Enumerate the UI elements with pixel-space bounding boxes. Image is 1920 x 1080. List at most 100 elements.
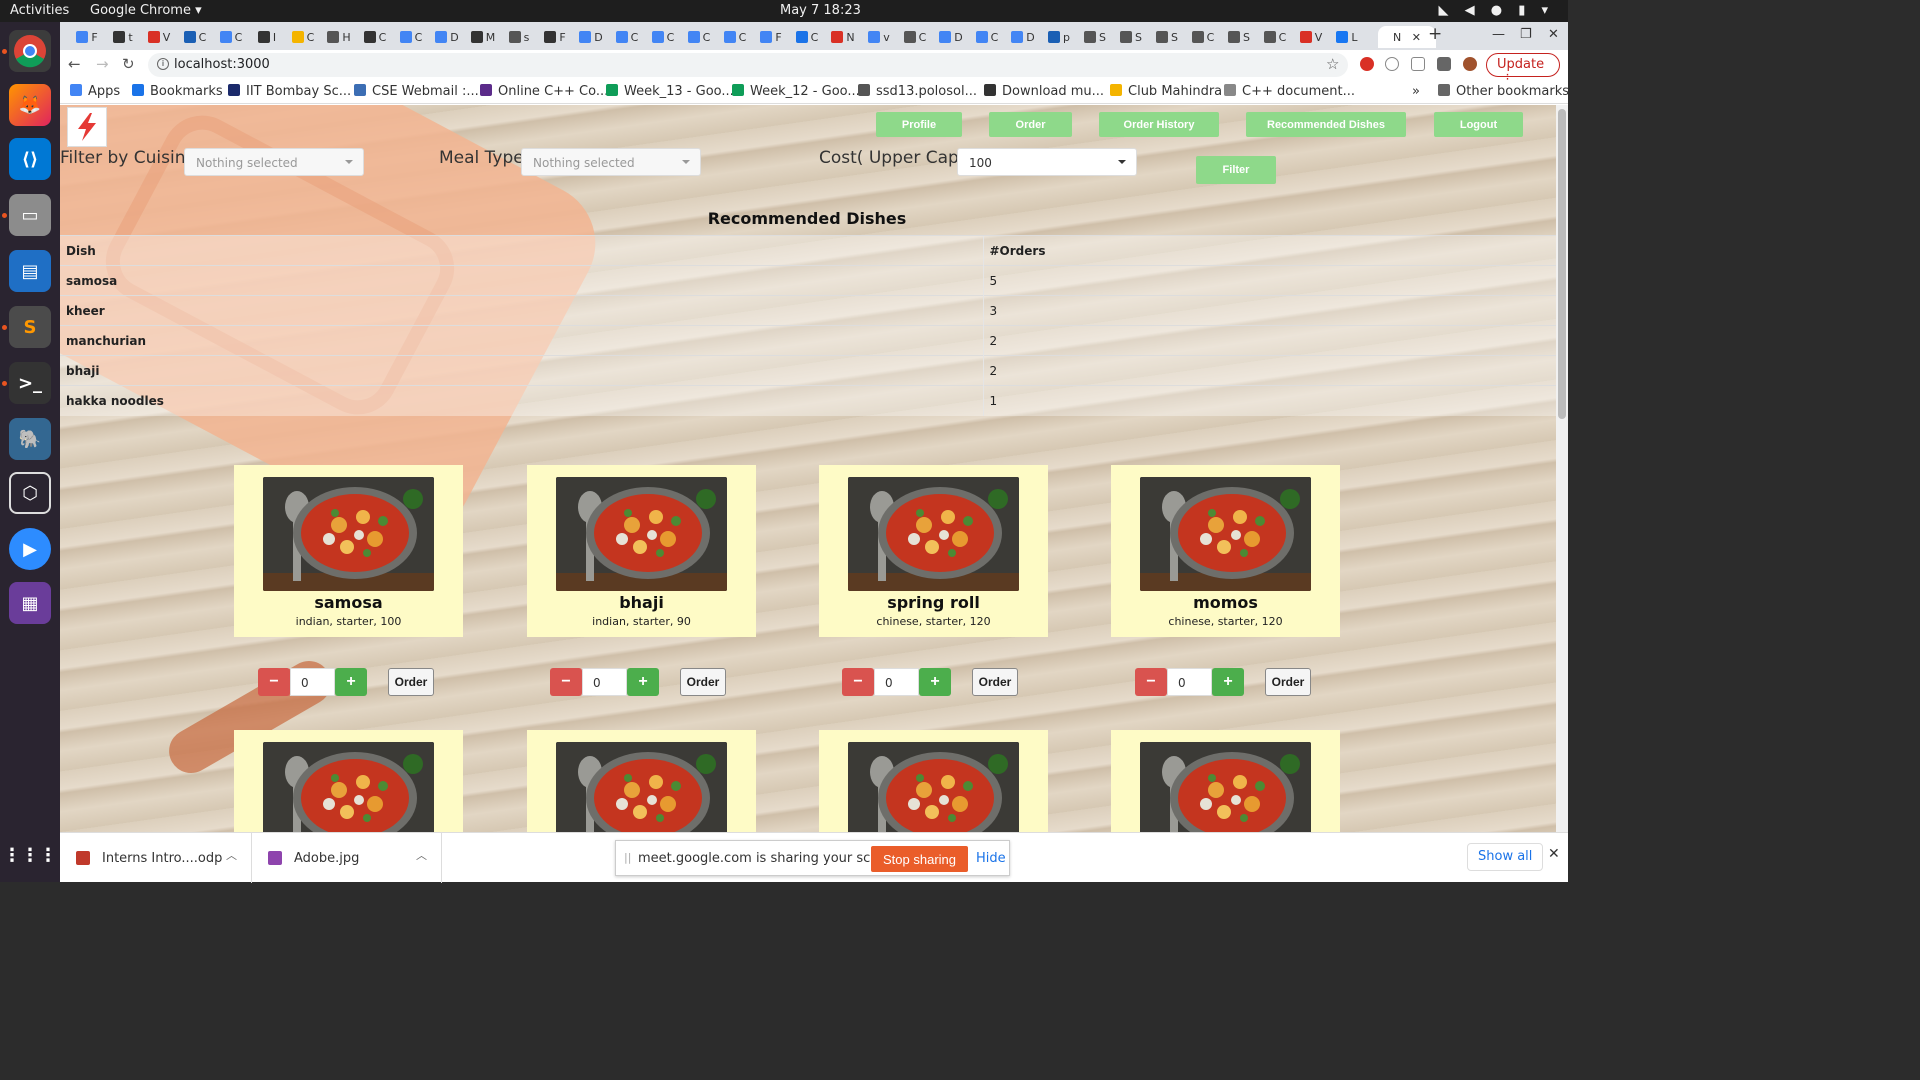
minimize-icon[interactable]: — <box>1492 27 1505 42</box>
profile-avatar[interactable] <box>1463 57 1477 71</box>
address-bar[interactable]: i localhost:3000 <box>148 53 1348 77</box>
nav-order-history-button[interactable]: Order History <box>1099 112 1219 137</box>
tab[interactable]: V <box>1294 26 1328 48</box>
quantity-input[interactable]: 0 <box>290 668 335 696</box>
dish-card[interactable]: samosa indian, starter, 100 <box>234 465 463 637</box>
extensions-icon[interactable] <box>1437 57 1451 71</box>
tab[interactable]: D <box>430 26 464 48</box>
chrome-icon[interactable] <box>9 30 51 72</box>
writer-icon[interactable]: ▤ <box>9 250 51 292</box>
dish-card[interactable]: spring roll chinese, starter, 120 <box>819 465 1048 637</box>
show-all-downloads-button[interactable]: Show all <box>1467 843 1543 871</box>
site-info-icon[interactable]: i <box>157 58 169 70</box>
video-editor-icon[interactable]: ▦ <box>9 582 51 624</box>
nav-profile-button[interactable]: Profile <box>876 112 962 137</box>
close-tab-icon[interactable]: ✕ <box>1412 31 1421 44</box>
bookmark-item[interactable]: CSE Webmail :... <box>354 84 479 99</box>
app-grid-icon[interactable]: ⋮⋮⋮ <box>3 834 57 876</box>
filter-button[interactable]: Filter <box>1196 156 1276 184</box>
tab[interactable]: t <box>106 26 140 48</box>
decrease-quantity-button[interactable]: − <box>258 668 290 696</box>
update-button[interactable]: Update ⋮ <box>1486 53 1560 87</box>
adblock-icon[interactable] <box>1360 57 1374 71</box>
tab[interactable]: C <box>646 26 680 48</box>
tab[interactable]: L <box>1330 26 1364 48</box>
decrease-quantity-button[interactable]: − <box>1135 668 1167 696</box>
tab[interactable]: C <box>682 26 716 48</box>
decrease-quantity-button[interactable]: − <box>842 668 874 696</box>
tab[interactable]: C <box>286 26 320 48</box>
tab[interactable]: C <box>898 26 932 48</box>
order-button[interactable]: Order <box>972 668 1018 696</box>
tab[interactable]: C <box>790 26 824 48</box>
dish-card[interactable]: momos chinese, starter, 120 <box>1111 465 1340 637</box>
bookmark-item[interactable]: Bookmarks <box>132 84 223 99</box>
tab[interactable]: D <box>934 26 968 48</box>
restore-icon[interactable]: ❐ <box>1520 27 1532 42</box>
tab[interactable]: F <box>538 26 572 48</box>
quantity-input[interactable]: 0 <box>874 668 919 696</box>
bookmark-item[interactable]: C++ document... <box>1224 84 1355 99</box>
app-menu[interactable]: Google Chrome ▾ <box>90 3 202 18</box>
close-window-icon[interactable]: ✕ <box>1548 27 1559 42</box>
firefox-icon[interactable]: 🦊 <box>9 84 51 126</box>
zoom-icon[interactable]: ▶ <box>9 528 51 570</box>
tab[interactable]: F <box>754 26 788 48</box>
tab[interactable]: C <box>358 26 392 48</box>
bookmark-item[interactable]: Download mu... <box>984 84 1104 99</box>
increase-quantity-button[interactable]: + <box>1212 668 1244 696</box>
box-icon[interactable]: ⬡ <box>9 472 51 514</box>
bookmark-item[interactable]: IIT Bombay Sc... <box>228 84 351 99</box>
sublime-icon[interactable]: S <box>9 306 51 348</box>
files-icon[interactable]: ▭ <box>9 194 51 236</box>
page-scrollbar[interactable] <box>1556 105 1568 832</box>
tab[interactable]: C <box>1258 26 1292 48</box>
back-icon[interactable]: ← <box>68 55 81 73</box>
close-downloads-icon[interactable]: ✕ <box>1548 846 1560 862</box>
drag-handle-icon[interactable]: || <box>624 851 631 864</box>
tab[interactable]: S <box>1078 26 1112 48</box>
tab[interactable]: N <box>826 26 860 48</box>
bookmark-item[interactable]: Week_12 - Goo... <box>732 84 860 99</box>
tab[interactable]: s <box>502 26 536 48</box>
tab[interactable]: S <box>1222 26 1256 48</box>
chevron-up-icon[interactable]: ︿ <box>226 847 237 863</box>
scrollbar-thumb[interactable] <box>1558 109 1566 419</box>
cuisine-select[interactable]: Nothing selected <box>184 148 364 176</box>
postgres-icon[interactable]: 🐘 <box>9 418 51 460</box>
nav-logout-button[interactable]: Logout <box>1434 112 1523 137</box>
dish-card[interactable] <box>234 730 463 832</box>
tab[interactable]: v <box>862 26 896 48</box>
chevron-up-icon[interactable]: ︿ <box>416 847 427 863</box>
increase-quantity-button[interactable]: + <box>919 668 951 696</box>
system-tray-icons[interactable]: ◣ ◀ ● ▮ ▾ <box>1438 3 1554 18</box>
clock[interactable]: May 7 18:23 <box>780 3 861 18</box>
terminal-icon[interactable]: >_ <box>9 362 51 404</box>
download-item[interactable]: Interns Intro....odp ︿ <box>60 833 252 883</box>
dish-card[interactable]: bhaji indian, starter, 90 <box>527 465 756 637</box>
reload-icon[interactable]: ↻ <box>122 55 135 73</box>
dish-card[interactable] <box>527 730 756 832</box>
nav-order-button[interactable]: Order <box>989 112 1072 137</box>
increase-quantity-button[interactable]: + <box>627 668 659 696</box>
tab[interactable]: C <box>178 26 212 48</box>
bookmark-item[interactable]: Online C++ Co... <box>480 84 608 99</box>
tab[interactable]: S <box>1150 26 1184 48</box>
bookmark-star-icon[interactable]: ☆ <box>1326 55 1339 73</box>
forward-icon[interactable]: → <box>96 55 109 73</box>
bookmarks-overflow-icon[interactable]: » <box>1412 84 1420 99</box>
cost-cap-select[interactable]: 100 <box>957 148 1137 176</box>
download-item[interactable]: Adobe.jpg ︿ <box>252 833 442 883</box>
quantity-input[interactable]: 0 <box>1167 668 1212 696</box>
tab[interactable]: C <box>718 26 752 48</box>
meal-type-select[interactable]: Nothing selected <box>521 148 701 176</box>
new-tab-icon[interactable]: + <box>1428 24 1442 44</box>
stop-sharing-button[interactable]: Stop sharing <box>871 846 968 872</box>
bookmark-item[interactable]: Apps <box>70 84 120 99</box>
tab[interactable]: C <box>610 26 644 48</box>
bookmark-item[interactable]: ssd13.polosol... <box>858 84 977 99</box>
bookmark-item[interactable]: Week_13 - Goo... <box>606 84 734 99</box>
order-button[interactable]: Order <box>388 668 434 696</box>
vscode-icon[interactable]: ⟨⟩ <box>9 138 51 180</box>
order-button[interactable]: Order <box>680 668 726 696</box>
